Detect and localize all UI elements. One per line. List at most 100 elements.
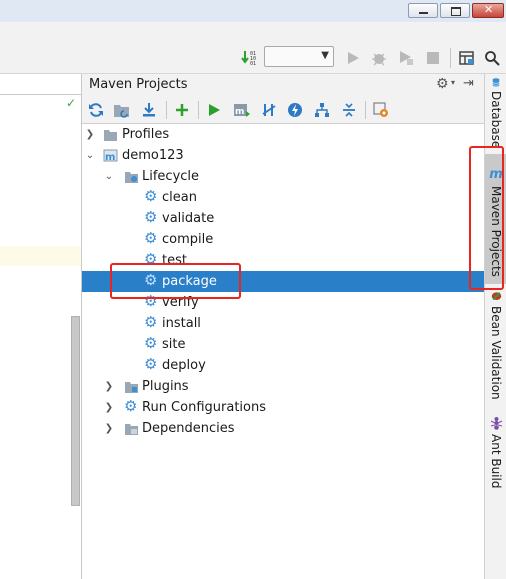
tree-row-goal[interactable]: ⚙ clean (82, 187, 484, 208)
main-toolbar: 01 10 01 (0, 40, 506, 74)
editor-scrollbar[interactable] (71, 316, 80, 506)
svg-text:m: m (105, 152, 115, 163)
database-icon (492, 78, 500, 87)
chevron-right-icon[interactable]: ❯ (104, 418, 114, 439)
chevron-right-icon[interactable]: ❯ (104, 376, 114, 397)
tree-row-project[interactable]: ⌄ m demo123 (82, 145, 484, 166)
execute-goal-icon[interactable]: m (232, 100, 252, 120)
editor-top-line (0, 94, 81, 95)
tree-row-goal[interactable]: ⚙ site (82, 334, 484, 355)
tree-label: demo123 (122, 148, 184, 163)
collapse-all-icon[interactable] (339, 100, 359, 120)
menu-bar (0, 22, 506, 40)
highlight-package-box (110, 263, 241, 299)
chevron-down-icon[interactable]: ▾ (451, 78, 455, 87)
gear-icon: ⚙ (144, 313, 158, 331)
tree-label: Dependencies (142, 421, 235, 436)
tree-label: site (162, 337, 186, 352)
minimize-button[interactable] (408, 3, 438, 18)
toolbar-separator (198, 101, 199, 119)
toggle-offline-icon[interactable] (259, 100, 279, 120)
chevron-down-icon[interactable]: ⌄ (85, 145, 95, 166)
tree-row-profiles[interactable]: ❯ Profiles (82, 124, 484, 145)
tree-row-goal[interactable]: ⚙ compile (82, 229, 484, 250)
gear-icon: ⚙ (144, 187, 158, 205)
maven-panel-toolbar: m (82, 96, 484, 124)
gear-icon: ⚙ (124, 397, 138, 415)
panel-title: Maven Projects (89, 77, 188, 92)
reimport-icon[interactable] (86, 100, 106, 120)
download-icon[interactable] (139, 100, 159, 120)
restore-button[interactable] (440, 3, 470, 18)
editor-highlight-line (0, 246, 81, 266)
svg-text:01: 01 (250, 61, 256, 67)
tree-row-plugins[interactable]: ❯ Plugins (82, 376, 484, 397)
lifecycle-folder-icon (125, 172, 138, 183)
tree-label: Profiles (122, 127, 170, 142)
folder-icon (104, 130, 117, 141)
tree-label: Lifecycle (142, 169, 200, 184)
chevron-down-icon: ▼ (321, 50, 329, 61)
chevron-down-icon[interactable]: ⌄ (104, 166, 114, 187)
tree-label: validate (162, 211, 215, 226)
project-structure-icon[interactable] (457, 48, 477, 68)
check-icon: ✓ (66, 96, 77, 110)
tree-label: install (162, 316, 201, 331)
hide-panel-icon[interactable]: ⇥ (463, 76, 474, 91)
tree-row-goal[interactable]: ⚙ deploy (82, 355, 484, 376)
bean-validation-tab[interactable]: Bean Validation (485, 290, 506, 400)
gear-icon: ⚙ (144, 208, 158, 226)
tree-label: compile (162, 232, 214, 247)
minimize-icon (419, 12, 428, 14)
dependencies-folder-icon (125, 424, 138, 435)
toolbar-separator (166, 101, 167, 119)
tree-row-dependencies[interactable]: ❯ Dependencies (82, 418, 484, 439)
tree-label: Run Configurations (142, 400, 266, 415)
run-goal-icon[interactable] (204, 100, 224, 120)
run-icon[interactable] (343, 48, 363, 68)
settings-gear-icon[interactable]: ⚙ (436, 76, 449, 92)
tree-row-goal[interactable]: ⚙ validate (82, 208, 484, 229)
tab-label: Ant Build (489, 433, 503, 489)
tree-row-goal[interactable]: ⚙ install (82, 313, 484, 334)
svg-text:m: m (235, 107, 244, 117)
stop-icon[interactable] (423, 48, 443, 68)
tree-label: clean (162, 190, 197, 205)
tab-label: Database (489, 90, 503, 148)
maven-project-icon: m (103, 149, 118, 163)
tree-label: Plugins (142, 379, 189, 394)
debug-icon[interactable] (369, 48, 389, 68)
gear-icon: ⚙ (144, 355, 158, 373)
add-icon[interactable] (172, 100, 192, 120)
toolbar-separator (365, 101, 366, 119)
run-config-select[interactable]: ▼ (264, 46, 334, 67)
show-dependencies-icon[interactable] (312, 100, 332, 120)
tree-label: deploy (162, 358, 206, 373)
highlight-maven-tab-box (469, 146, 504, 290)
search-icon[interactable] (482, 48, 502, 68)
generate-sources-icon[interactable] (112, 100, 132, 120)
tree-row-lifecycle[interactable]: ⌄ Lifecycle (82, 166, 484, 187)
ant-build-tab[interactable]: Ant Build (485, 412, 506, 492)
skip-tests-icon[interactable] (285, 100, 305, 120)
toolbar-separator (450, 48, 451, 68)
restore-icon (451, 7, 461, 16)
editor-area[interactable]: ✓ (0, 74, 82, 579)
maven-settings-icon[interactable] (372, 100, 392, 120)
gear-icon: ⚙ (144, 334, 158, 352)
plugins-folder-icon (125, 382, 138, 393)
chevron-right-icon[interactable]: ❯ (104, 397, 114, 418)
tab-label: Bean Validation (489, 306, 503, 400)
close-button[interactable]: ✕ (472, 3, 504, 18)
chevron-right-icon[interactable]: ❯ (85, 124, 95, 145)
close-icon: ✕ (484, 3, 494, 16)
ant-icon (490, 416, 502, 430)
tree-row-run-configurations[interactable]: ❯ ⚙ Run Configurations (82, 397, 484, 418)
build-icon[interactable]: 01 10 01 (240, 48, 260, 68)
maven-panel-header: Maven Projects ⚙ ▾ ⇥ (82, 74, 484, 96)
database-tab[interactable]: Database (485, 78, 506, 148)
bean-icon (491, 292, 501, 301)
coverage-icon[interactable] (396, 48, 416, 68)
maven-tree: ❯ Profiles ⌄ m demo123 ⌄ Lifecycle ⚙ cle… (82, 124, 484, 579)
gear-icon: ⚙ (144, 229, 158, 247)
